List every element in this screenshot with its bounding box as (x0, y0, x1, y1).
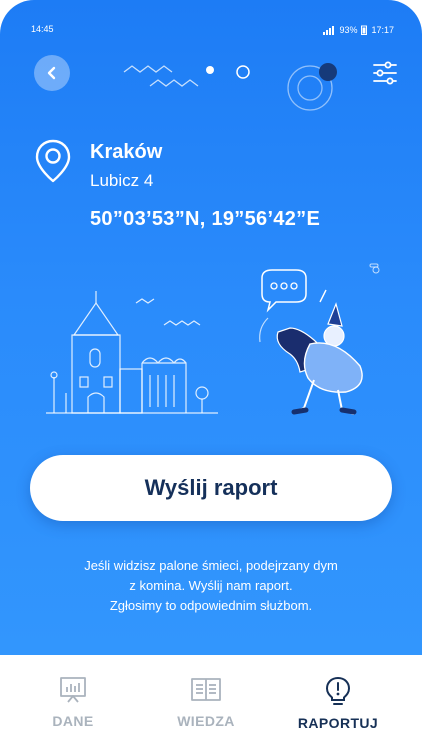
status-time: 14:45 (31, 24, 54, 34)
book-icon (191, 678, 221, 701)
hero-panel: 14:45 93% 17:17 Kraków Lubicz 4 50”03’53… (0, 0, 422, 655)
chevron-left-icon (47, 66, 56, 80)
nav-item-wiedza[interactable]: WIEDZA (146, 675, 266, 729)
battery-icon (361, 25, 368, 35)
filter-button[interactable] (372, 60, 400, 88)
status-clock: 17:17 (371, 25, 394, 35)
chart-board-icon (60, 677, 86, 703)
nav-label-dane: DANE (52, 713, 94, 729)
battery-percent: 93% (339, 25, 358, 35)
location-street: Lubicz 4 (90, 171, 154, 190)
knight-illustration (259, 263, 380, 415)
sliders-icon (373, 61, 397, 85)
bottom-navigation: DANE WIEDZA RAPORTUJ (0, 655, 422, 750)
decorative-shapes (123, 63, 337, 111)
report-description: Jeśli widzisz palone śmieci, podejrzany … (40, 556, 382, 616)
status-right: 93% 17:17 (323, 25, 394, 35)
description-line-3: Zgłosimy to odpowiednim służbom. (109, 598, 313, 613)
description-line-1: Jeśli widzisz palone śmieci, podejrzany … (84, 558, 338, 573)
location-pin-icon (35, 139, 71, 183)
app-screen: 14:45 93% 17:17 Kraków Lubicz 4 50”03’53… (0, 0, 422, 750)
signal-icon (323, 25, 335, 35)
description-line-2: z komina. Wyślij nam raport. (129, 578, 293, 593)
city-illustration (46, 291, 218, 414)
alert-bulb-icon (325, 676, 351, 705)
back-button[interactable] (34, 55, 70, 91)
send-report-button[interactable]: Wyślij raport (30, 455, 392, 521)
location-city: Kraków (90, 141, 163, 163)
nav-label-wiedza: WIEDZA (177, 713, 235, 729)
nav-label-raportuj: RAPORTUJ (297, 715, 379, 731)
nav-item-dane[interactable]: DANE (13, 675, 133, 729)
location-coordinates: 50”03’53”N, 19”56’42”E (90, 208, 321, 230)
nav-item-raportuj[interactable]: RAPORTUJ (278, 675, 398, 731)
status-bar: 14:45 93% 17:17 (0, 0, 422, 35)
